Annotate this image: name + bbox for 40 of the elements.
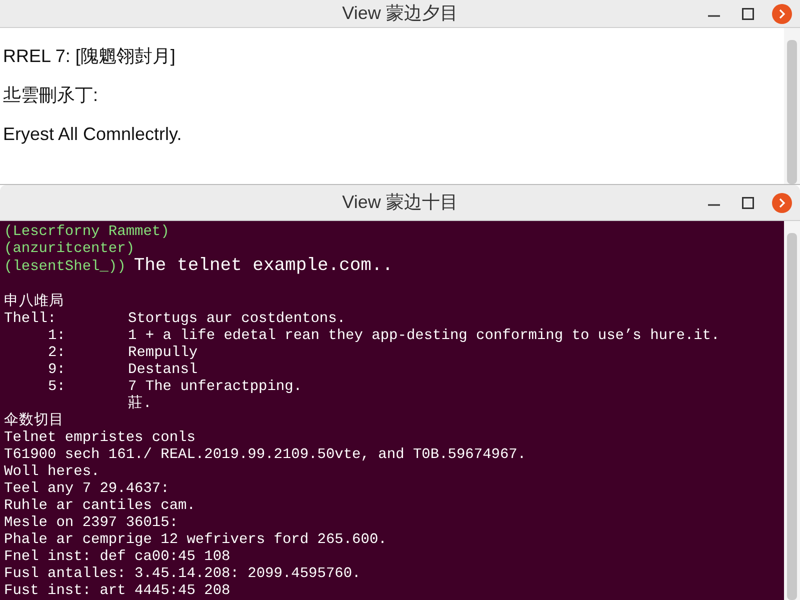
item-text: 7 The unferactpping. [128,379,302,395]
close-button[interactable] [772,4,792,24]
chevron-icon [777,198,787,208]
item-label: 2: [47,345,66,362]
item-label: 5: [47,379,66,396]
close-button[interactable] [772,192,792,212]
window-title: View 蒙边十目 [342,191,458,214]
terminal-line: Teel any 7 29.4637: [4,481,170,498]
item-text: 莊. [128,396,152,413]
command-text: The telnet example.com.. [134,258,394,275]
terminal-line: (Lescrforny Rammet) [4,224,170,241]
terminal-line: Fusl antalles: 3.45.14.208: 2099.4595760. [4,566,362,583]
item-text: Rempully [128,345,198,362]
item-label: 9: [47,362,66,379]
terminal-line: Ruhle ar cantiles cam. [4,498,196,515]
window-title: View 蒙边夕目 [342,2,458,25]
item-text: Stortugs aur costdentons. [128,311,346,328]
item-label: Thell: [4,311,56,328]
terminal-line: Woll heres. [4,464,101,481]
terminal-line: Fnel inst: def ca00:45 108 [4,549,232,566]
terminal-line: 伞数切目 [4,413,65,430]
scrollbar[interactable] [784,28,800,184]
text-line: RREL 7: [隗魍翎尌月] [3,46,176,66]
text-line: 丠雲刪氶丁: [3,85,100,105]
scrollbar[interactable] [784,221,800,600]
item-text: Destansl [128,362,198,379]
maximize-icon[interactable] [742,8,754,20]
terminal-line: T61900 sech 161./ REAL.2019.99.2109.50vte, and T0B.59674967. [4,447,528,464]
terminal-line: (anzuritcenter) [4,241,136,257]
terminal-line: Telnet empristes conls [4,430,196,447]
maximize-icon[interactable] [742,196,754,208]
prompt-text: (lesentShel_)) [4,259,126,276]
item-text: 1 + a life edetal rean they app-desting conforming to use’s hure.it. [128,328,720,345]
item-label: 1: [47,328,66,345]
text-line: Eryest All Comnlectrly. [3,124,183,144]
terminal-line: 申八䧳局 [4,294,65,311]
terminal-line: Mesle on 2397 36015: [4,515,180,532]
terminal-line: Phale ar cemprige 12 wefrivers ford 265.600. [4,532,388,549]
terminal-line: Fust inst: art 4445:45 208 [4,583,232,600]
chevron-icon [777,8,787,18]
